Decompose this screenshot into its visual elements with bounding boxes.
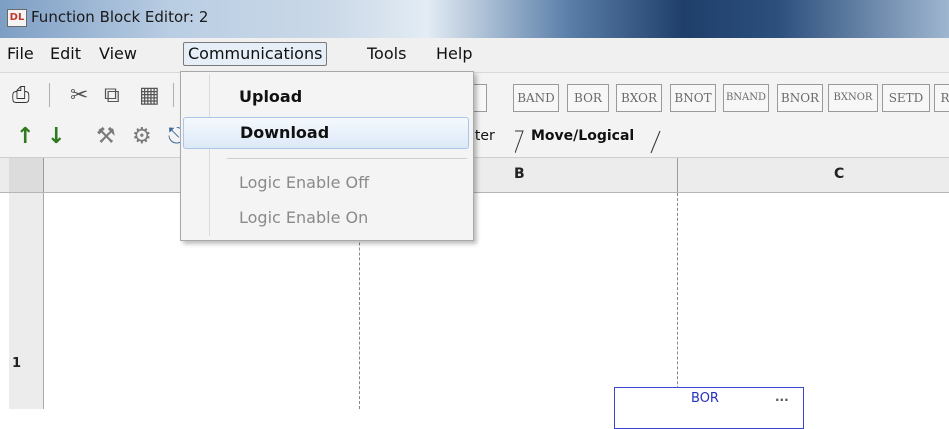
app-icon[interactable]: DL <box>7 9 27 27</box>
menu-file[interactable]: File <box>3 43 38 65</box>
column-divider <box>677 158 678 192</box>
menu-item-label: Logic Enable Off <box>239 173 370 192</box>
bnand-button[interactable]: BNAND <box>723 84 769 112</box>
bnot-button[interactable]: BNOT <box>670 84 716 112</box>
print-icon[interactable]: ⎙ <box>12 84 30 108</box>
menu-item-download[interactable]: Download <box>183 117 469 149</box>
menu-item-label: Upload <box>239 87 303 106</box>
tool-icon[interactable]: ⚒ <box>96 125 116 149</box>
window-title: Function Block Editor: 2 <box>31 8 209 26</box>
block-menu-icon[interactable]: ... <box>775 390 789 404</box>
tab-move-logical[interactable]: Move/Logical <box>531 128 634 144</box>
toolbar-divider <box>173 83 174 107</box>
menu-edit[interactable]: Edit <box>46 43 85 65</box>
r-button[interactable]: R <box>934 84 949 112</box>
bxnor-button[interactable]: BXNOR <box>828 84 878 112</box>
column-header-b: B <box>514 166 525 182</box>
logic-button-partial[interactable] <box>472 84 487 112</box>
column-header-c: C <box>834 166 845 182</box>
communications-menu: Upload Download Logic Enable Off Logic E… <box>180 71 474 241</box>
menu-item-logic-enable-off[interactable]: Logic Enable Off <box>183 168 469 198</box>
upload-arrow-icon[interactable]: ↑ <box>16 125 34 149</box>
toolbar-divider <box>49 83 50 107</box>
menu-help[interactable]: Help <box>432 43 476 65</box>
setd-button[interactable]: SETD <box>882 84 930 112</box>
menu-view[interactable]: View <box>95 43 141 65</box>
menu-item-logic-enable-on[interactable]: Logic Enable On <box>183 203 469 233</box>
band-button[interactable]: BAND <box>513 84 559 112</box>
menu-tools[interactable]: Tools <box>363 43 410 65</box>
grid-corner <box>9 158 44 192</box>
menu-item-label: Logic Enable On <box>239 208 369 227</box>
column-guide-line <box>677 193 678 409</box>
menu-item-upload[interactable]: Upload <box>183 82 469 112</box>
bor-function-block[interactable]: BOR ... <box>614 387 804 429</box>
cut-icon[interactable]: ✂ <box>70 84 88 108</box>
settings-icon[interactable]: ⚙ <box>132 125 152 149</box>
bxor-button[interactable]: BXOR <box>616 84 662 112</box>
menu-bar: File Edit View Communications Tools Help <box>0 38 949 73</box>
block-label: BOR <box>691 391 719 406</box>
download-arrow-icon[interactable]: ↓ <box>47 125 65 149</box>
menu-separator <box>227 158 467 159</box>
menu-communications[interactable]: Communications <box>183 42 328 66</box>
row-number: 1 <box>12 356 22 371</box>
paste-icon[interactable]: ▦ <box>139 84 160 108</box>
row-header-bar <box>9 193 44 409</box>
menu-item-label: Download <box>240 123 330 142</box>
copy-icon[interactable]: ⧉ <box>104 84 120 108</box>
column-header-bar <box>0 158 949 193</box>
bnor-button[interactable]: BNOR <box>777 84 823 112</box>
bor-button[interactable]: BOR <box>567 84 609 112</box>
title-bar: DL Function Block Editor: 2 <box>0 0 949 38</box>
